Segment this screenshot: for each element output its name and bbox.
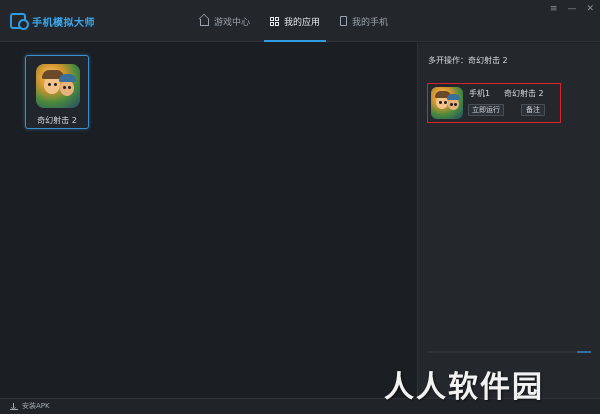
tab-game-center[interactable]: 游戏中心 bbox=[190, 0, 260, 42]
multi-instance-panel: 多开操作：奇幻射击 2 手机1 奇幻射击 2 立即运行 备注 bbox=[417, 43, 600, 398]
game-icon bbox=[36, 64, 80, 108]
menu-icon[interactable]: ≡ bbox=[550, 4, 558, 14]
download-icon bbox=[10, 402, 18, 410]
install-apk-button[interactable]: 安装APK bbox=[10, 401, 50, 411]
watermark: 人人软件园 bbox=[384, 370, 544, 405]
game-icon bbox=[431, 87, 463, 119]
app-card[interactable]: 奇幻射击 2 bbox=[25, 55, 89, 129]
tab-my-phone-label: 我的手机 bbox=[352, 17, 389, 28]
instance-row: 手机1 奇幻射击 2 立即运行 备注 bbox=[427, 83, 561, 123]
run-now-button[interactable]: 立即运行 bbox=[468, 104, 504, 116]
tab-my-apps[interactable]: 我的应用 bbox=[260, 0, 330, 42]
tab-game-center-label: 游戏中心 bbox=[214, 17, 251, 28]
grid-icon bbox=[270, 16, 280, 26]
close-icon[interactable]: ✕ bbox=[586, 4, 594, 14]
tab-my-apps-label: 我的应用 bbox=[284, 17, 321, 28]
install-apk-label: 安装APK bbox=[22, 402, 50, 410]
app-grid: 奇幻射击 2 bbox=[0, 43, 416, 398]
panel-header: 多开操作：奇幻射击 2 bbox=[428, 55, 508, 66]
title-bar: 手机模拟大师 游戏中心 我的应用 我的手机 ≡ — ✕ bbox=[0, 0, 600, 42]
panel-header-game: 奇幻射击 2 bbox=[468, 56, 508, 65]
home-icon bbox=[200, 18, 209, 26]
instance-phone-name: 手机1 bbox=[469, 89, 491, 98]
app-title: 手机模拟大师 bbox=[32, 17, 95, 29]
note-button[interactable]: 备注 bbox=[521, 104, 545, 116]
window-controls: ≡ — ✕ bbox=[550, 4, 594, 14]
main-nav: 游戏中心 我的应用 我的手机 bbox=[190, 0, 398, 42]
panel-scrollbar[interactable] bbox=[428, 351, 591, 353]
panel-header-prefix: 多开操作： bbox=[428, 56, 468, 65]
instance-game-name: 奇幻射击 2 bbox=[504, 89, 544, 98]
app-card-label: 奇幻射击 2 bbox=[37, 116, 77, 125]
minimize-icon[interactable]: — bbox=[567, 4, 576, 14]
app-logo: 手机模拟大师 bbox=[10, 12, 100, 30]
tab-my-phone[interactable]: 我的手机 bbox=[330, 0, 398, 42]
logo-icon bbox=[10, 13, 29, 30]
phone-icon bbox=[340, 16, 348, 26]
